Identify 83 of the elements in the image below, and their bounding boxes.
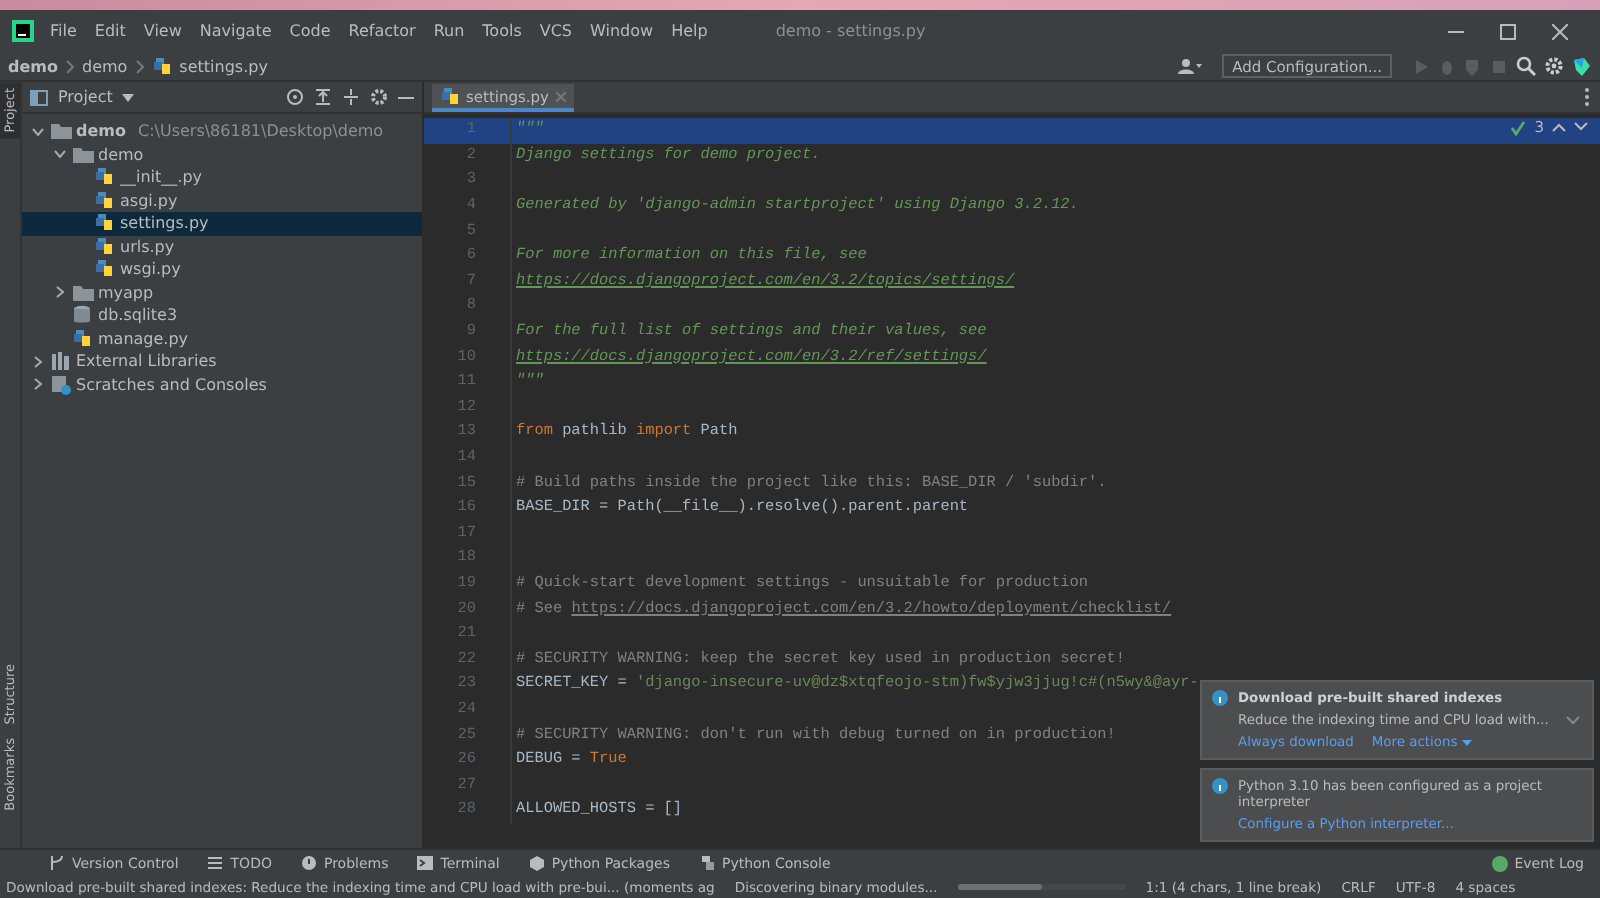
tree-item[interactable]: asgi.py xyxy=(22,189,422,212)
menu-item[interactable]: Window xyxy=(588,22,656,40)
menu-item[interactable]: File xyxy=(48,22,79,40)
panel-title[interactable]: Project xyxy=(58,88,113,106)
menu-item[interactable]: Edit xyxy=(92,22,128,40)
menu-item[interactable]: View xyxy=(141,22,184,40)
folder-icon xyxy=(72,281,94,304)
caret-icon[interactable] xyxy=(122,93,135,101)
scratch-icon xyxy=(50,373,72,396)
python-file-icon xyxy=(151,56,172,76)
tree-item-label: __init__.py xyxy=(120,168,203,187)
tree-item[interactable]: demo xyxy=(22,143,422,166)
chevron-right-icon[interactable] xyxy=(32,355,44,368)
panel-icon xyxy=(30,89,48,105)
settings-icon[interactable] xyxy=(1544,56,1564,76)
project-path: C:\Users\86181\Desktop\demo xyxy=(137,122,384,141)
tree-item-label: demo xyxy=(98,145,144,164)
tree-item-label: Scratches and Consoles xyxy=(76,375,267,394)
breadcrumb[interactable]: settings.py xyxy=(179,57,268,75)
chevron-down-icon[interactable] xyxy=(1574,122,1588,132)
chevron-icon xyxy=(65,59,74,73)
menu-item[interactable]: Run xyxy=(431,22,467,40)
tree-item[interactable]: wsgi.py xyxy=(22,258,422,281)
package-icon xyxy=(527,854,546,872)
tree-item[interactable]: __init__.py xyxy=(22,166,422,189)
close-icon[interactable] xyxy=(1552,23,1568,39)
chevron-right-icon[interactable] xyxy=(32,378,44,391)
settings-icon[interactable] xyxy=(370,88,388,106)
python-file-icon xyxy=(94,258,116,281)
menu-item[interactable]: Code xyxy=(287,22,333,40)
maximize-icon[interactable] xyxy=(1500,23,1516,39)
tree-item-label: settings.py xyxy=(120,214,209,233)
tree-item-label: manage.py xyxy=(98,329,189,348)
crosshair-icon[interactable] xyxy=(286,88,304,106)
folder-icon xyxy=(50,120,72,143)
tree-item[interactable]: Scratches and Consoles xyxy=(22,373,422,396)
python-file-icon xyxy=(94,189,116,212)
search-icon[interactable] xyxy=(1516,56,1536,76)
library-icon xyxy=(50,350,72,373)
tree-item-label: wsgi.py xyxy=(120,260,181,279)
tree-item-label: urls.py xyxy=(120,237,175,256)
expand-all-icon[interactable] xyxy=(314,88,332,106)
python-file-icon xyxy=(94,235,116,258)
python-file-icon xyxy=(440,86,460,106)
tree-item[interactable]: settings.py xyxy=(22,212,422,235)
tree-item-label: External Libraries xyxy=(76,352,217,371)
user-icon[interactable] xyxy=(1178,58,1203,74)
check-icon xyxy=(1510,119,1527,135)
folder-icon xyxy=(72,143,94,166)
database-file-icon xyxy=(72,304,94,327)
python-file-icon xyxy=(94,166,116,189)
python-file-icon xyxy=(72,327,94,350)
python-file-icon xyxy=(94,212,116,235)
branch-icon xyxy=(48,854,66,872)
list-icon xyxy=(206,854,225,872)
app-logo-icon xyxy=(12,20,34,42)
tree-item-label: db.sqlite3 xyxy=(98,306,178,325)
menu-item[interactable]: Tools xyxy=(480,22,524,40)
chevron-icon xyxy=(135,59,144,73)
tree-item-label: myapp xyxy=(98,283,154,302)
tree-item[interactable]: urls.py xyxy=(22,235,422,258)
tree-item[interactable]: manage.py xyxy=(22,327,422,350)
menu-item[interactable]: VCS xyxy=(537,22,575,40)
menu-item[interactable]: Refactor xyxy=(346,22,418,40)
plugin-logo-icon[interactable] xyxy=(1572,56,1592,76)
more-options-icon[interactable] xyxy=(1584,88,1590,106)
window-title: demo - settings.py xyxy=(775,22,926,40)
menu-item[interactable]: Navigate xyxy=(197,22,274,40)
menu-item[interactable]: Help xyxy=(669,22,710,40)
tree-item[interactable]: demo C:\Users\86181\Desktop\demo xyxy=(22,120,422,143)
chevron-up-icon[interactable] xyxy=(1552,122,1566,132)
tree-item[interactable]: db.sqlite3 xyxy=(22,304,422,327)
chevron-right-icon[interactable] xyxy=(54,286,66,299)
breadcrumb[interactable]: demo xyxy=(81,57,128,75)
breadcrumb[interactable]: demo xyxy=(8,57,58,75)
chevron-down-icon[interactable] xyxy=(54,148,66,161)
tree-item[interactable]: myapp xyxy=(22,281,422,304)
tree-item-label: asgi.py xyxy=(120,191,178,210)
event-log-icon xyxy=(1492,855,1509,871)
tree-item-label: demo xyxy=(76,122,126,141)
collapse-all-icon[interactable] xyxy=(342,88,360,106)
tree-item[interactable]: External Libraries xyxy=(22,350,422,373)
chevron-down-icon[interactable] xyxy=(32,125,44,138)
